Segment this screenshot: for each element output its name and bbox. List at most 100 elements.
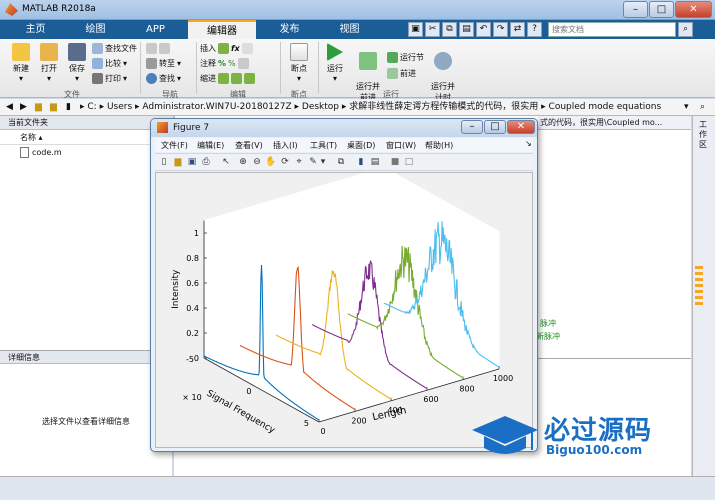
editor-file-tab[interactable]: 式的代码，很实用\Coupled mo... xyxy=(538,116,691,130)
legend-icon[interactable]: ▤ xyxy=(369,156,381,168)
breadcrumb-item[interactable]: Users xyxy=(107,102,132,112)
rotate-3d-icon[interactable]: ⟳ xyxy=(279,156,291,168)
print-figure-icon[interactable]: ⎙ xyxy=(200,156,212,168)
waterfall-plot[interactable]: 00.20.40.60.8102004006008001000-505Inten… xyxy=(156,173,532,447)
figure-canvas[interactable]: 0 0.2 0.4 0.6 0.8 1 0 200 400 600 800 1000 -5 0 5 Inten… xyxy=(155,172,533,448)
menu-view[interactable]: 查看(V) xyxy=(235,140,263,151)
close-button[interactable]: ✕ xyxy=(675,1,712,18)
stopwatch-icon xyxy=(434,52,452,70)
status-bar xyxy=(0,476,715,500)
code-comment-line: 新脉冲 xyxy=(536,332,560,341)
menu-window[interactable]: 窗口(W) xyxy=(386,140,416,151)
address-bar: ◀ ▶ ▆ ▆ ▮ ▸ C: ▸ Users ▸ Administrator.W… xyxy=(0,99,715,116)
menu-edit[interactable]: 编辑(E) xyxy=(197,140,224,151)
breadcrumb[interactable]: ▸ C: ▸ Users ▸ Administrator.WIN7U-20180… xyxy=(80,99,661,115)
figure-menu-bar: 文件(F) 编辑(E) 查看(V) 插入(I) 工具(T) 桌面(D) 窗口(W… xyxy=(155,138,533,152)
breadcrumb-item[interactable]: Coupled mode equations xyxy=(549,102,662,112)
new-figure-icon[interactable]: ▯ xyxy=(158,156,170,168)
tab-editor[interactable]: 编辑器 xyxy=(188,20,256,39)
search-folder-icon[interactable]: ⌕ xyxy=(700,99,705,115)
breadcrumb-item[interactable]: Administrator.WIN7U-20180127Z xyxy=(142,102,291,112)
tab-view[interactable]: 视图 xyxy=(322,20,377,39)
save-figure-icon[interactable]: ▣ xyxy=(186,156,198,168)
quick-access-paste-icon[interactable]: ▤ xyxy=(459,22,474,37)
colorbar-icon[interactable]: ▮ xyxy=(355,156,367,168)
intensity-tick-label: 1 xyxy=(194,229,199,238)
open-folder-small-icon[interactable]: ▆ xyxy=(35,99,42,115)
open-file-icon[interactable]: ▆ xyxy=(172,156,184,168)
search-icon[interactable]: ⌕ xyxy=(678,22,693,37)
quick-access-save-icon[interactable]: ▣ xyxy=(408,22,423,37)
run-section-icon xyxy=(387,52,398,63)
forward-arrow-icon[interactable]: ▶ xyxy=(20,99,27,115)
maximize-button[interactable]: □ xyxy=(649,1,674,18)
show-tools-icon[interactable]: □ xyxy=(403,156,415,168)
new-button[interactable]: 新建 ▾ xyxy=(8,43,34,83)
breakpoints-button[interactable]: 断点 ▾ xyxy=(284,43,314,83)
tab-plots[interactable]: 绘图 xyxy=(68,20,123,39)
quick-access-copy-icon[interactable]: ⧉ xyxy=(442,22,457,37)
insert-button[interactable]: 插入 fx xyxy=(200,42,253,55)
brush-dropdown-icon[interactable]: ▾ xyxy=(317,156,329,168)
menu-dock-arrow-icon[interactable]: ↘ xyxy=(525,139,532,148)
increase-indent-icon xyxy=(231,73,242,84)
intensity-axis-label: Intensity xyxy=(171,269,181,309)
code-comment-line: 脉冲 xyxy=(540,319,556,328)
search-documentation-input[interactable] xyxy=(548,22,676,37)
menu-desktop[interactable]: 桌面(D) xyxy=(347,140,375,151)
compare-button[interactable]: 比较 ▾ xyxy=(92,57,127,70)
back-forward-buttons[interactable] xyxy=(146,42,170,55)
breadcrumb-item[interactable]: C: xyxy=(87,102,96,112)
quick-access-undo-icon[interactable]: ↶ xyxy=(476,22,491,37)
name-column-header[interactable]: 名称 ▴ xyxy=(20,132,43,143)
zoom-in-icon[interactable]: ⊕ xyxy=(237,156,249,168)
comment-button[interactable]: 注释%% xyxy=(200,57,249,70)
find-files-button[interactable]: 查找文件 xyxy=(92,42,137,55)
back-arrow-icon[interactable]: ◀ xyxy=(6,99,13,115)
open-button[interactable]: 打开 ▾ xyxy=(36,43,62,83)
figure-window[interactable]: Figure 7 – □ ✕ 文件(F) 编辑(E) 查看(V) 插入(I) 工… xyxy=(150,118,538,452)
figure-close-button[interactable]: ✕ xyxy=(507,120,535,134)
minimize-button[interactable]: – xyxy=(623,1,648,18)
help-icon[interactable]: ? xyxy=(527,22,542,37)
tab-home[interactable]: 主页 xyxy=(8,20,63,39)
hide-tools-icon[interactable]: ■ xyxy=(389,156,401,168)
select-arrow-icon[interactable]: ↖ xyxy=(220,156,232,168)
menu-tools[interactable]: 工具(T) xyxy=(310,140,337,151)
breadcrumb-item[interactable]: 求解非线性薛定谔方程传输模式的代码，很实用 xyxy=(349,102,538,112)
quick-access-switch-icon[interactable]: ⇄ xyxy=(510,22,525,37)
zoom-out-icon[interactable]: ⊖ xyxy=(251,156,263,168)
up-folder-icon[interactable]: ▆ xyxy=(50,99,57,115)
magnifier-icon xyxy=(146,73,157,84)
browse-folder-icon[interactable]: ▮ xyxy=(66,99,71,115)
tab-apps[interactable]: APP xyxy=(128,20,183,39)
decrease-indent-icon xyxy=(244,73,255,84)
find-button[interactable]: 查找 ▾ xyxy=(146,72,181,85)
list-item[interactable]: code.m xyxy=(20,147,62,158)
data-cursor-icon[interactable]: ⌖ xyxy=(293,156,305,168)
run-section-button[interactable]: 运行节 xyxy=(387,51,424,64)
pan-hand-icon[interactable]: ✋ xyxy=(265,156,277,168)
print-button[interactable]: 打印 ▾ xyxy=(92,72,127,85)
quick-access-redo-icon[interactable]: ↷ xyxy=(493,22,508,37)
breadcrumb-item[interactable]: Desktop xyxy=(302,102,339,112)
link-plot-icon[interactable]: ⧉ xyxy=(335,156,347,168)
menu-help[interactable]: 帮助(H) xyxy=(425,140,453,151)
run-play-icon xyxy=(327,43,343,61)
address-dropdown-icon[interactable]: ▾ xyxy=(684,99,689,115)
save-button[interactable]: 保存 ▾ xyxy=(64,43,90,83)
group-divider xyxy=(140,42,141,94)
quick-access-cut-icon[interactable]: ✂ xyxy=(425,22,440,37)
goto-button[interactable]: 转至 ▾ xyxy=(146,57,181,70)
figure-maximize-button[interactable]: □ xyxy=(484,120,506,134)
menu-file[interactable]: 文件(F) xyxy=(161,140,188,151)
insert-menu-icon xyxy=(241,43,253,54)
menu-insert[interactable]: 插入(I) xyxy=(273,140,298,151)
indent-button[interactable]: 缩进 xyxy=(200,72,255,85)
figure-minimize-button[interactable]: – xyxy=(461,120,483,134)
run-button[interactable]: 运行 ▾ xyxy=(322,43,348,83)
advance-button[interactable]: 前进 xyxy=(387,67,416,80)
frequency-tick-label: 5 xyxy=(304,419,309,428)
tab-publish[interactable]: 发布 xyxy=(262,20,317,39)
forward-icon xyxy=(159,43,170,54)
